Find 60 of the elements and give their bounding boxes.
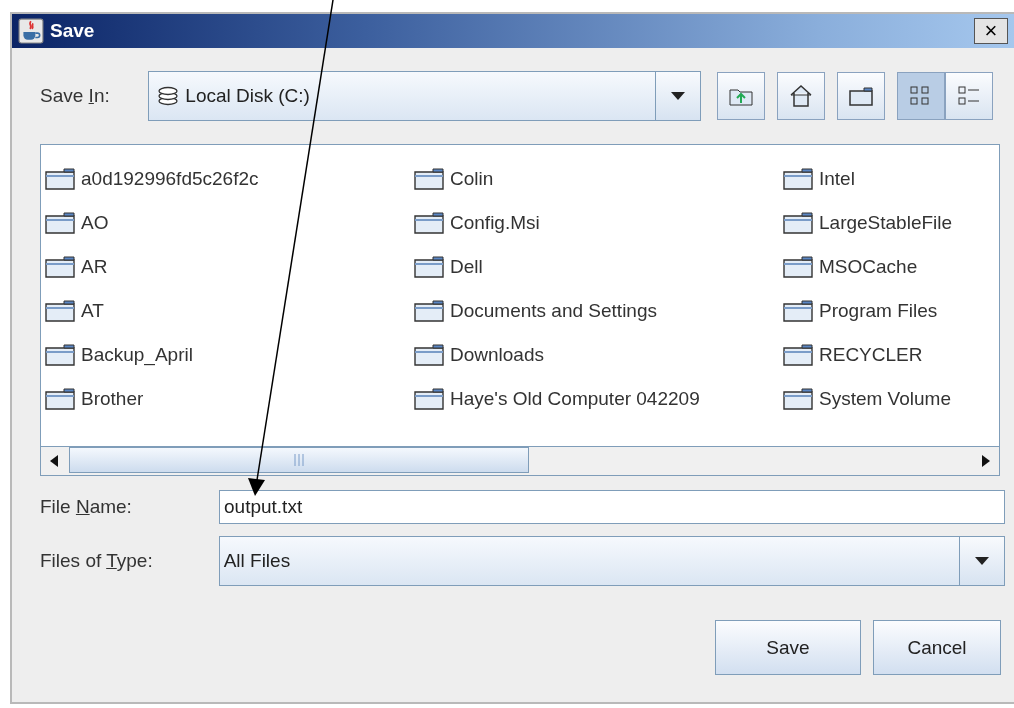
folder-icon [783, 300, 813, 322]
folder-icon [45, 300, 75, 322]
caret-down-icon [975, 557, 989, 565]
folder-name[interactable]: LargeStableFile [819, 212, 953, 234]
up-folder-button[interactable] [717, 72, 765, 120]
file-type-label: Files of Type: [40, 550, 154, 572]
folder-name[interactable]: Brother [81, 388, 144, 410]
save-button[interactable]: Save [715, 620, 861, 675]
folder-icon [45, 388, 75, 410]
folder-icon [783, 388, 813, 410]
horizontal-scrollbar[interactable] [41, 446, 999, 475]
folder-icon [414, 256, 444, 278]
folder-icon [783, 168, 813, 190]
folder-name[interactable]: Program Files [819, 300, 938, 322]
folder-name[interactable]: Haye's Old Computer 042209 [450, 388, 700, 410]
cancel-button[interactable]: Cancel [873, 620, 1001, 675]
folder-name[interactable]: AT [81, 300, 104, 322]
folder-name[interactable]: MSOCache [819, 256, 918, 278]
folder-name[interactable]: a0d192996fd5c26f2c [81, 168, 259, 190]
folder-icon [783, 212, 813, 234]
home-icon [788, 83, 814, 109]
home-button[interactable] [777, 72, 825, 120]
disk-icon [157, 86, 180, 106]
folder-name[interactable]: Config.Msi [450, 212, 540, 234]
folder-icon [783, 344, 813, 366]
folder-name[interactable]: Downloads [450, 344, 544, 366]
folder-icon [414, 300, 444, 322]
details-list-icon [957, 84, 981, 108]
folder-name[interactable]: RECYCLER [819, 344, 923, 366]
folder-icon [414, 168, 444, 190]
list-view-button[interactable] [897, 72, 945, 120]
folder-name[interactable]: Colin [450, 168, 494, 190]
folder-icon [414, 212, 444, 234]
folder-icon [45, 256, 75, 278]
folder-icon [783, 256, 813, 278]
folder-name[interactable]: AO [81, 212, 109, 234]
folder-name[interactable]: Documents and Settings [450, 300, 657, 322]
folder-name[interactable]: System Volume [819, 388, 951, 410]
folder-icon [45, 212, 75, 234]
new-folder-button[interactable] [837, 72, 885, 120]
details-view-button[interactable] [945, 72, 993, 120]
folder-name[interactable]: Dell [450, 256, 483, 278]
folder-name[interactable]: Backup_April [81, 344, 193, 366]
save-in-label: Save In: [40, 85, 111, 107]
window-title: Save [50, 20, 96, 42]
coffee-cup-icon [18, 18, 44, 44]
folder-icon [45, 168, 75, 190]
caret-down-icon [671, 92, 685, 100]
folder-name[interactable]: Intel [819, 168, 855, 190]
folder-icon [45, 344, 75, 366]
scrollbar-thumb[interactable] [69, 447, 529, 473]
folder-name[interactable]: AR [81, 256, 108, 278]
folder-icon [414, 388, 444, 410]
file-name-field[interactable]: output.txt [219, 490, 1005, 524]
file-type-dropdown[interactable]: All Files [218, 536, 1005, 586]
folder-icon [414, 344, 444, 366]
folder-icon [848, 85, 874, 107]
close-button[interactable]: × [974, 18, 1008, 44]
location-dropdown[interactable]: Local Disk (C:) [148, 71, 701, 121]
file-name-label: File Name: [40, 496, 133, 518]
